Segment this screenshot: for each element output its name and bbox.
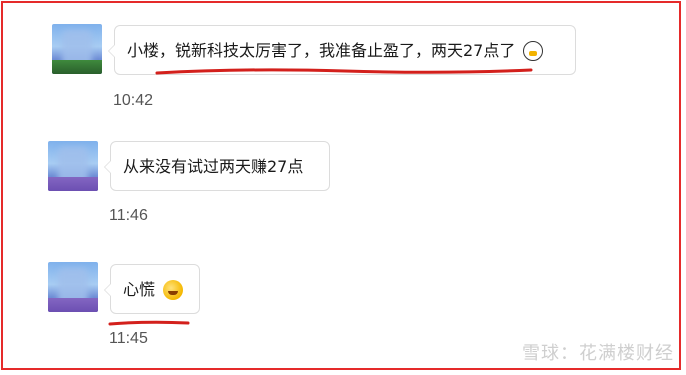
message-text: 小楼，锐新科技太厉害了，我准备止盈了，两天27点了 <box>127 41 516 60</box>
avatar-landscape <box>48 298 98 312</box>
message-text: 心慌 <box>123 280 156 299</box>
message-bubble[interactable]: 心慌 <box>104 264 200 314</box>
message-time: 11:45 <box>109 330 148 347</box>
avatar[interactable] <box>52 24 102 74</box>
avatar[interactable] <box>48 262 98 312</box>
message-bubble[interactable]: 从来没有试过两天赚27点 <box>104 141 330 191</box>
watermark: 雪球：花满楼财经 <box>522 343 674 364</box>
avatar[interactable] <box>48 141 98 191</box>
qq-penguin-icon <box>523 40 544 61</box>
avatar-landscape <box>48 177 98 191</box>
message-text: 从来没有试过两天赚27点 <box>123 157 304 176</box>
red-underline <box>155 68 533 75</box>
message-time: 10:42 <box>113 92 154 109</box>
laughing-crying-emoji <box>163 279 184 300</box>
message-time: 11:46 <box>109 207 148 224</box>
avatar-landscape <box>52 60 102 74</box>
red-underline <box>108 320 190 326</box>
